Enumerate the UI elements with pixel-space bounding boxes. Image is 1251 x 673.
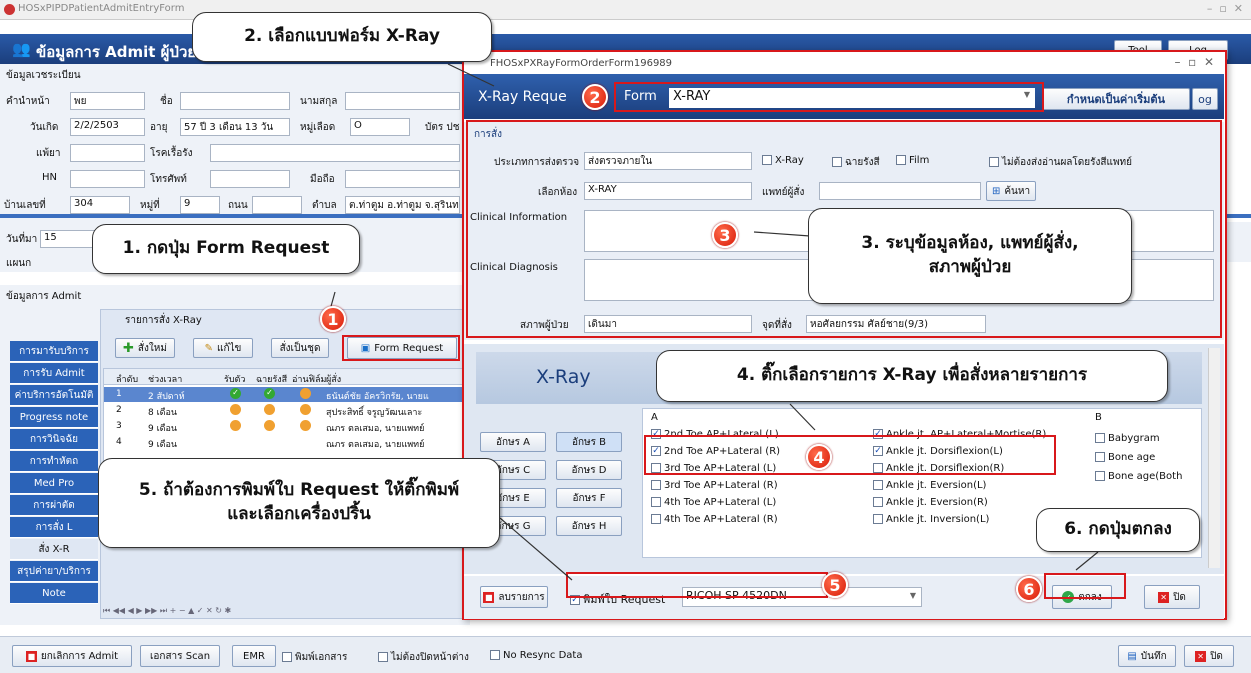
step3-badge: 3 xyxy=(712,222,738,248)
callout-step5: 5. ถ้าต้องการพิมพ์ใบ Request ให้ติ๊กพิมพ… xyxy=(98,458,500,548)
callout-step1: 1. กดปุ่ม Form Request xyxy=(92,224,360,274)
step2-badge: 2 xyxy=(582,84,608,110)
callout-step6: 6. กดปุ่มตกลง xyxy=(1036,508,1200,552)
step6-badge: 6 xyxy=(1016,576,1042,602)
callout-step2: 2. เลือกแบบฟอร์ม X-Ray xyxy=(192,12,492,62)
callout-step3-line1: 3. ระบุข้อมูลห้อง, แพทย์ผู้สั่ง, xyxy=(861,233,1079,254)
callout-lines xyxy=(329,63,1099,581)
callout-step5-line1: 5. ถ้าต้องการพิมพ์ใบ Request ให้ติ๊กพิมพ… xyxy=(138,480,460,501)
step4-badge: 4 xyxy=(806,444,832,470)
step5-badge: 5 xyxy=(822,572,848,598)
callout-step4: 4. ติ๊กเลือกรายการ X-Ray เพื่อสั่งหลายรา… xyxy=(656,350,1168,402)
callout-step5-line2: และเลือกเครื่องปริ้น xyxy=(227,504,371,524)
callout-step3: 3. ระบุข้อมูลห้อง, แพทย์ผู้สั่ง, สภาพผู้… xyxy=(808,208,1132,304)
step1-badge: 1 xyxy=(320,306,346,332)
callout-step3-line2: สภาพผู้ป่วย xyxy=(928,257,1012,277)
